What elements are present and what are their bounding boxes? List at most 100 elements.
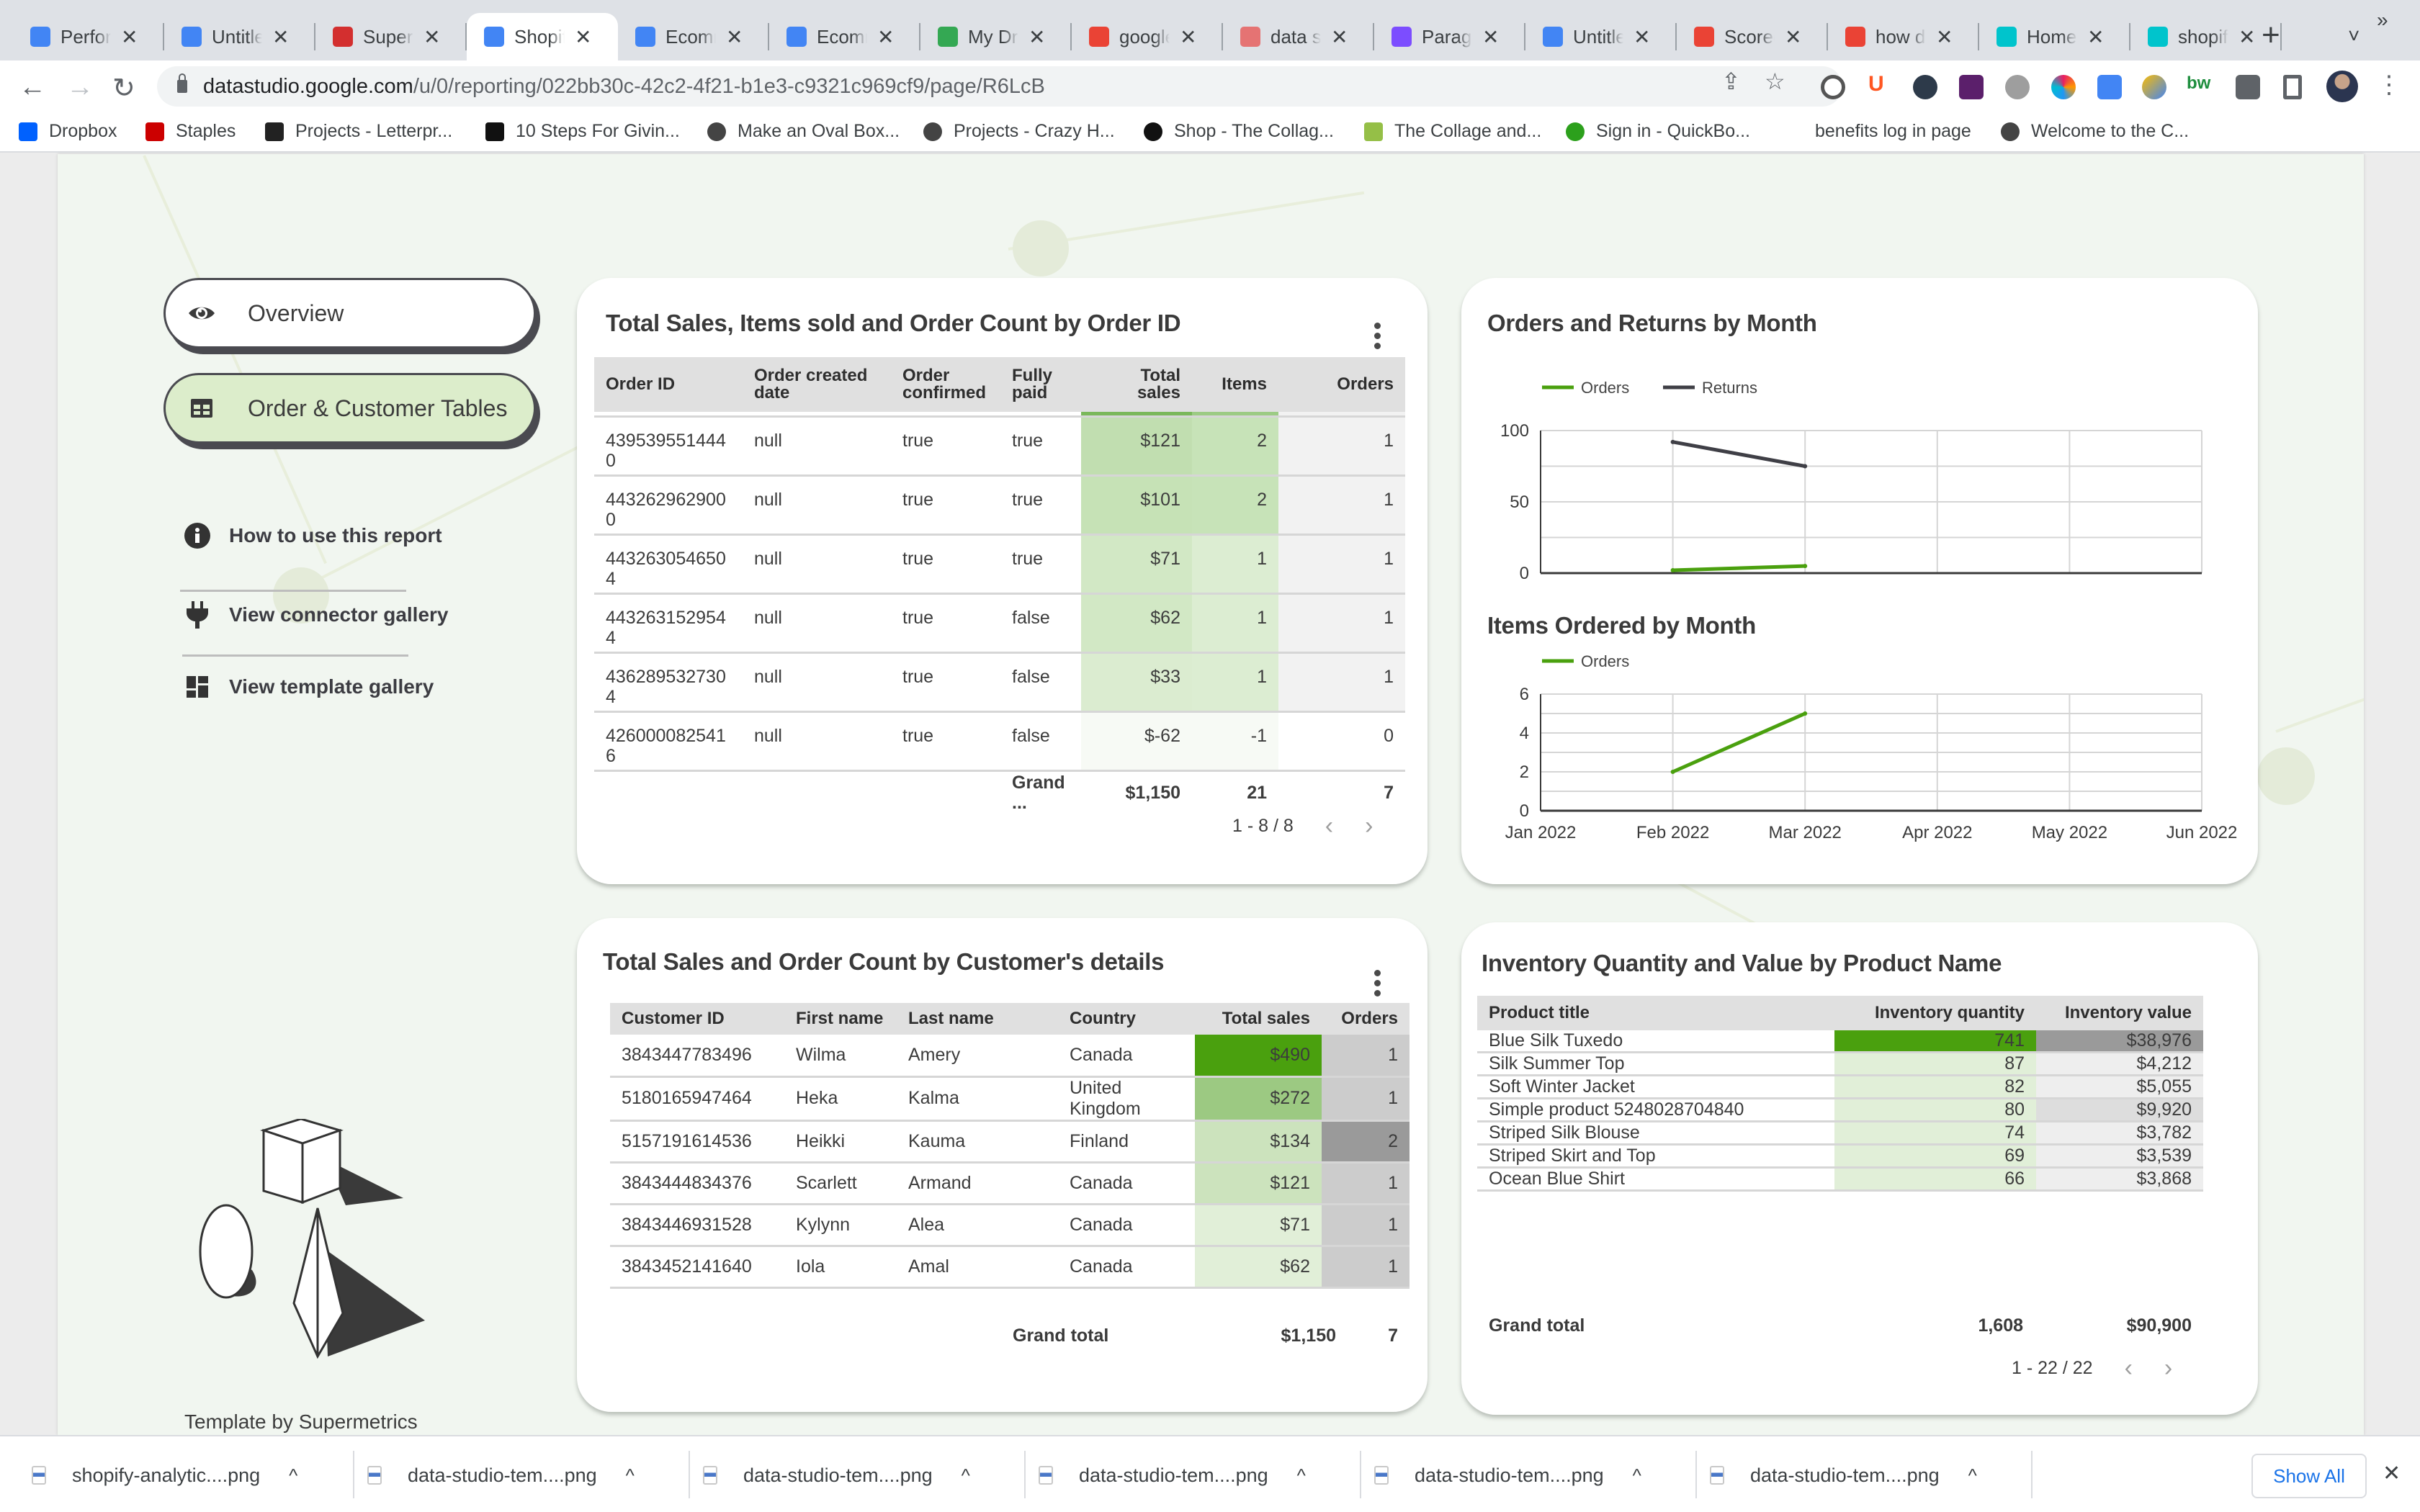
how-to-use-link[interactable]: How to use this report	[183, 521, 442, 550]
download-options-caret-icon[interactable]: ^	[962, 1464, 970, 1487]
forward-arrow-icon[interactable]: →	[66, 72, 94, 103]
close-tab-icon[interactable]: ✕	[2087, 25, 2104, 49]
close-downloads-icon[interactable]: ✕	[2383, 1461, 2401, 1486]
bw-extension-icon[interactable]: bw	[2187, 73, 2211, 98]
close-tab-icon[interactable]: ✕	[1785, 25, 1801, 49]
customer-table-more-icon[interactable]	[1372, 970, 1382, 996]
side-panel-icon[interactable]	[2283, 75, 2302, 99]
orders-table-more-icon[interactable]	[1372, 323, 1382, 349]
bookmark-item[interactable]: The Collage and...	[1364, 121, 1541, 142]
data-point-orders[interactable]	[1670, 770, 1675, 774]
next-page-icon[interactable]: ›	[2164, 1354, 2172, 1382]
column-header[interactable]: Inventory value	[2036, 996, 2203, 1030]
table-row[interactable]: 3843446931528 Kylynn Alea Canada $71 1	[610, 1204, 1410, 1247]
close-tab-icon[interactable]: ✕	[121, 25, 138, 49]
series-line-returns[interactable]	[1672, 440, 1806, 468]
close-tab-icon[interactable]: ✕	[726, 25, 743, 49]
table-row[interactable]: Soft Winter Jacket 82 $5,055	[1477, 1075, 2203, 1099]
back-arrow-icon[interactable]: ←	[19, 72, 46, 103]
bookmark-star-icon[interactable]: ☆	[1765, 68, 1785, 95]
close-tab-icon[interactable]: ✕	[1634, 25, 1650, 49]
arrow-extension-icon[interactable]	[2142, 75, 2166, 99]
pinterest-extension-icon[interactable]	[1821, 75, 1845, 99]
table-row[interactable]: Silk Summer Top 87 $4,212	[1477, 1052, 2203, 1076]
bookmark-item[interactable]: benefits log in page	[1815, 121, 1971, 142]
column-header[interactable]: First name	[784, 1003, 897, 1035]
table-row[interactable]: 4260000825416 null true false $-62 -1 0	[594, 711, 1405, 772]
table-row[interactable]: 3843444834376 Scarlett Armand Canada $121 1	[610, 1162, 1410, 1205]
download-item[interactable]: data-studio-tem....png ^	[1039, 1454, 1306, 1497]
close-tab-icon[interactable]: ✕	[1482, 25, 1499, 49]
column-header[interactable]: Orders	[1322, 1003, 1410, 1035]
column-header[interactable]: Total sales	[1081, 357, 1192, 412]
download-item[interactable]: shopify-analytic....png ^	[32, 1454, 297, 1497]
download-options-caret-icon[interactable]: ^	[1297, 1464, 1306, 1487]
camera-extension-icon[interactable]	[2051, 75, 2076, 99]
data-point-orders[interactable]	[1670, 568, 1675, 573]
next-page-icon[interactable]: ›	[1365, 812, 1373, 840]
close-tab-icon[interactable]: ✕	[1331, 25, 1348, 49]
bookmark-item[interactable]: Sign in - QuickBo...	[1566, 121, 1750, 142]
table-row[interactable]: 5157191614536 Heikki Kauma Finland $134 2	[610, 1120, 1410, 1164]
browser-tab[interactable]: Ecommerce ✕	[618, 13, 769, 60]
connector-gallery-link[interactable]: View connector gallery	[183, 600, 449, 629]
browser-tab[interactable]: Home ✕	[1979, 13, 2130, 60]
nav-order-customer-tables-button[interactable]: Order & Customer Tables	[163, 373, 536, 444]
column-header[interactable]: Country	[1058, 1003, 1195, 1035]
browser-tab[interactable]: Untitled ✕	[1525, 13, 1677, 60]
close-tab-icon[interactable]: ✕	[575, 25, 591, 49]
browser-tab[interactable]: shopify ✕	[2130, 13, 2282, 60]
table-row[interactable]: 4432629629000 null true true $101 2 1	[594, 475, 1405, 536]
extensions-puzzle-icon[interactable]	[2236, 75, 2260, 99]
table-row[interactable]: 4432630546504 null true true $71 1 1	[594, 534, 1405, 595]
u-extension-icon[interactable]: U	[1868, 72, 1893, 96]
template-gallery-link[interactable]: View template gallery	[183, 672, 434, 701]
column-header[interactable]: Items	[1192, 357, 1278, 412]
download-options-caret-icon[interactable]: ^	[1633, 1464, 1641, 1487]
table-row[interactable]: 3843447783496 Wilma Amery Canada $490 1	[610, 1035, 1410, 1078]
show-all-downloads-button[interactable]: Show All	[2251, 1454, 2367, 1498]
tag-extension-icon[interactable]	[2097, 75, 2122, 99]
browser-tab[interactable]: Shopify ✕	[467, 13, 618, 60]
close-tab-icon[interactable]: ✕	[1180, 25, 1196, 49]
close-tab-icon[interactable]: ✕	[1028, 25, 1045, 49]
close-tab-icon[interactable]: ✕	[877, 25, 894, 49]
url-text[interactable]: datastudio.google.com/u/0/reporting/022b…	[203, 75, 1045, 99]
download-item[interactable]: data-studio-tem....png ^	[1374, 1454, 1641, 1497]
data-point-orders[interactable]	[1803, 711, 1808, 716]
download-options-caret-icon[interactable]: ^	[626, 1464, 635, 1487]
download-item[interactable]: data-studio-tem....png ^	[367, 1454, 635, 1497]
bookmark-item[interactable]: Shop - The Collag...	[1144, 121, 1334, 142]
series-line-orders[interactable]	[1672, 711, 1806, 774]
bookmark-item[interactable]: 10 Steps For Givin...	[485, 121, 680, 142]
lock-icon[interactable]	[177, 73, 187, 93]
browser-tab[interactable]: My Drive ✕	[920, 13, 1072, 60]
table-row[interactable]: Simple product 5248028704840 80 $9,920	[1477, 1098, 2203, 1122]
legend-label[interactable]: Orders	[1581, 652, 1629, 670]
data-point-orders[interactable]	[1803, 564, 1808, 569]
browser-tab[interactable]: Ecommerce ✕	[769, 13, 920, 60]
browser-tab[interactable]: how do ✕	[1828, 13, 1979, 60]
column-header[interactable]: Customer ID	[610, 1003, 784, 1035]
bookmark-item[interactable]: Projects - Crazy H...	[923, 121, 1115, 142]
column-header[interactable]: Order confirmed	[891, 357, 1000, 412]
column-header[interactable]: Total sales	[1195, 1003, 1322, 1035]
table-row[interactable]: 4395395514440 null true true $121 2 1	[594, 416, 1405, 477]
tab-search-button[interactable]: ˅	[2348, 24, 2360, 48]
data-point-returns[interactable]	[1803, 464, 1808, 469]
bookmark-item[interactable]: Make an Oval Box...	[707, 121, 900, 142]
bookmark-item[interactable]: Projects - Letterpr...	[265, 121, 452, 142]
legend-label[interactable]: Returns	[1702, 379, 1757, 397]
k-extension-icon[interactable]	[1913, 75, 1937, 99]
bookmark-item[interactable]: Welcome to the C...	[2001, 121, 2189, 142]
data-point-returns[interactable]	[1670, 439, 1675, 444]
column-header[interactable]: Orders	[1278, 357, 1405, 412]
table-row[interactable]: 4362895327304 null true false $33 1 1	[594, 652, 1405, 713]
bookmark-item[interactable]: Dropbox	[19, 121, 117, 142]
table-row[interactable]: 3843452141640 Iola Amal Canada $62 1	[610, 1246, 1410, 1289]
table-row[interactable]: 4432631529544 null true false $62 1 1	[594, 593, 1405, 654]
code-extension-icon[interactable]	[2005, 75, 2030, 99]
table-row[interactable]: 5180165947464 Heka Kalma United Kingdom $272…	[610, 1076, 1410, 1122]
download-item[interactable]: data-studio-tem....png ^	[703, 1454, 970, 1497]
close-tab-icon[interactable]: ✕	[1936, 25, 1953, 49]
